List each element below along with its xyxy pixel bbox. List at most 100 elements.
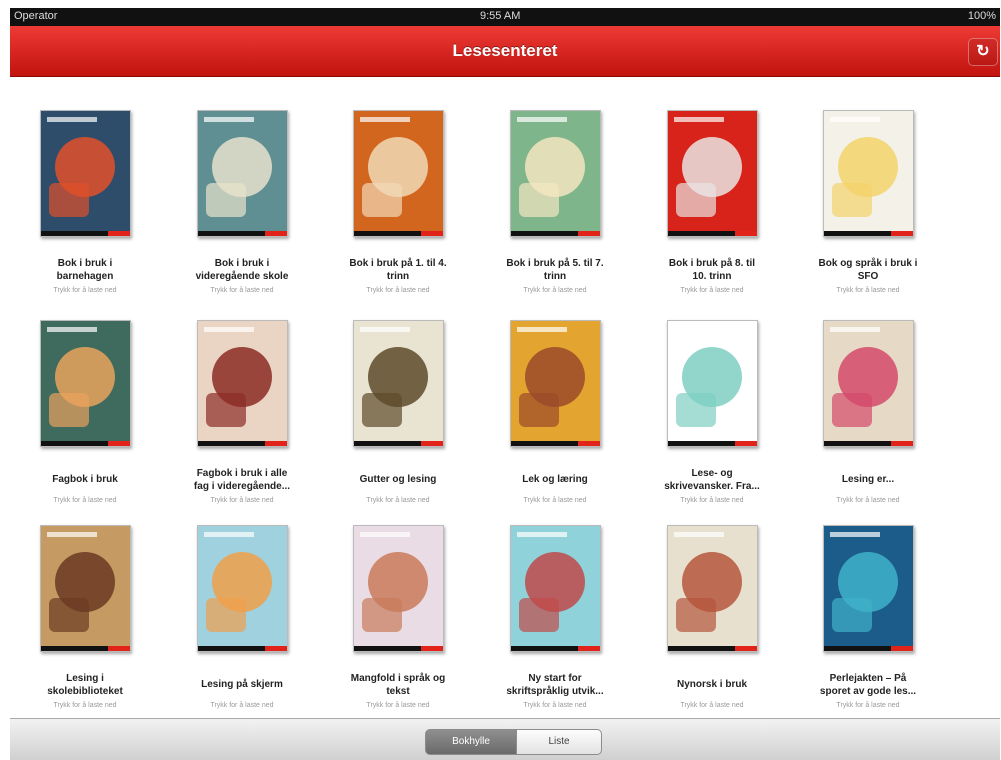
- cover-title-bar: [517, 327, 567, 332]
- cover-title-bar: [360, 327, 410, 332]
- cover-illustration: [49, 183, 89, 217]
- book-item[interactable]: Lesing er... Trykk for å laste ned: [793, 287, 943, 504]
- cover-illustration: [519, 393, 559, 427]
- book-item[interactable]: Fagbok i bruk Trykk for å laste ned: [10, 287, 160, 504]
- carrier-label: Operator: [14, 10, 58, 22]
- book-item[interactable]: Fagbok i bruk i alle fag i videregående..…: [167, 287, 317, 504]
- book-item[interactable]: Bok i bruk på 1. til 4. trinn Trykk for å …: [323, 77, 473, 294]
- book-cover[interactable]: [40, 320, 131, 447]
- book-item[interactable]: Lesing på skjerm Trykk for å laste ned: [167, 492, 317, 709]
- book-cover[interactable]: [823, 320, 914, 447]
- cover-illustration: [832, 393, 872, 427]
- cover-illustration: [832, 183, 872, 217]
- page-title: Lesesenteret: [452, 41, 558, 60]
- book-cover[interactable]: [510, 320, 601, 447]
- book-download-hint: Trykk for å laste ned: [210, 702, 274, 709]
- book-title: Bok og språk i bruk i SFO: [793, 257, 943, 283]
- book-title: Fagbok i bruk i alle fag i videregående..…: [167, 467, 317, 493]
- book-item[interactable]: Lek og læring Trykk for å laste ned: [480, 287, 630, 504]
- cover-title-bar: [830, 327, 880, 332]
- book-title-line: skriftspråklig utvik...: [506, 686, 604, 697]
- cover-publisher-strip: [198, 646, 287, 651]
- book-item[interactable]: Bok i bruk på 5. til 7. trinn Trykk for å …: [480, 77, 630, 294]
- book-download-hint: Trykk for å laste ned: [523, 702, 587, 709]
- book-item[interactable]: Mangfold i språk og tekst Trykk for å last…: [323, 492, 473, 709]
- book-download-hint: Trykk for å laste ned: [366, 702, 430, 709]
- book-download-hint: Trykk for å laste ned: [53, 702, 117, 709]
- book-title-line: Bok i bruk i: [57, 258, 113, 269]
- book-title: Gutter og lesing: [323, 473, 473, 486]
- book-cover[interactable]: [197, 525, 288, 652]
- book-grid: Bok i bruk i barnehagen Trykk for å laste …: [10, 77, 1000, 717]
- book-title: Perlejakten – På sporet av gode les...: [793, 672, 943, 698]
- book-item[interactable]: Gutter og lesing Trykk for å laste ned: [323, 287, 473, 504]
- book-item[interactable]: Nynorsk i bruk Trykk for å laste ned: [637, 492, 787, 709]
- book-cover[interactable]: [40, 110, 131, 237]
- book-title-line: Lek og læring: [522, 474, 588, 485]
- book-title-line: tekst: [386, 686, 410, 697]
- book-title-line: Lesing er...: [841, 474, 895, 485]
- cover-publisher-strip: [824, 231, 913, 236]
- cover-publisher-strip: [41, 646, 130, 651]
- book-title-line: Bok i bruk på 8. til: [668, 258, 756, 269]
- book-item[interactable]: Lese- og skrivevansker. Fra... Trykk for å…: [637, 287, 787, 504]
- book-item[interactable]: Bok i bruk i barnehagen Trykk for å laste …: [10, 77, 160, 294]
- cover-title-bar: [204, 117, 254, 122]
- cover-illustration: [206, 598, 246, 632]
- cover-publisher-strip: [41, 441, 130, 446]
- cover-title-bar: [47, 327, 97, 332]
- book-cover[interactable]: [510, 110, 601, 237]
- book-item[interactable]: Bok og språk i bruk i SFO Trykk for å last…: [793, 77, 943, 294]
- cover-title-bar: [674, 327, 724, 332]
- bottom-toolbar: Bokhylle Liste: [10, 718, 1000, 760]
- book-item[interactable]: Perlejakten – På sporet av gode les... Try…: [793, 492, 943, 709]
- book-title-line: 10. trinn: [692, 271, 732, 282]
- book-title-line: Lesing på skjerm: [201, 679, 283, 690]
- book-cover[interactable]: [353, 110, 444, 237]
- book-title: Ny start for skriftspråklig utvik...: [480, 672, 630, 698]
- book-cover[interactable]: [667, 320, 758, 447]
- navigation-bar: Lesesenteret ↻: [10, 26, 1000, 77]
- list-view-button[interactable]: Liste: [516, 729, 602, 755]
- book-download-hint: Trykk for å laste ned: [680, 702, 744, 709]
- cover-publisher-strip: [511, 231, 600, 236]
- cover-title-bar: [204, 532, 254, 537]
- cover-title-bar: [47, 532, 97, 537]
- clock-label: 9:55 AM: [480, 10, 521, 22]
- bookshelf-view-button[interactable]: Bokhylle: [425, 729, 517, 755]
- book-title: Bok i bruk på 5. til 7. trinn: [480, 257, 630, 283]
- book-cover[interactable]: [40, 525, 131, 652]
- cover-illustration: [519, 183, 559, 217]
- book-item[interactable]: Bok i bruk i videregående skole Trykk for …: [167, 77, 317, 294]
- book-cover[interactable]: [667, 110, 758, 237]
- book-title: Lesing er...: [793, 473, 943, 486]
- book-title-line: Bok og språk i bruk i: [818, 258, 918, 269]
- cover-title-bar: [830, 532, 880, 537]
- book-title-line: Mangfold i språk og: [350, 673, 446, 684]
- book-item[interactable]: Ny start for skriftspråklig utvik... Trykk…: [480, 492, 630, 709]
- book-title: Bok i bruk i videregående skole: [167, 257, 317, 283]
- cover-title-bar: [47, 117, 97, 122]
- book-item[interactable]: Lesing i skolebiblioteket Trykk for å last…: [10, 492, 160, 709]
- book-title-line: trinn: [543, 271, 567, 282]
- refresh-icon[interactable]: ↻: [968, 38, 998, 66]
- book-title-line: Fagbok i bruk: [52, 474, 118, 485]
- book-cover[interactable]: [197, 110, 288, 237]
- cover-publisher-strip: [668, 441, 757, 446]
- book-cover[interactable]: [667, 525, 758, 652]
- book-cover[interactable]: [353, 525, 444, 652]
- book-title-line: Lesing i: [66, 673, 104, 684]
- cover-illustration: [206, 393, 246, 427]
- cover-illustration: [519, 598, 559, 632]
- book-cover[interactable]: [197, 320, 288, 447]
- cover-publisher-strip: [824, 441, 913, 446]
- book-title: Bok i bruk på 1. til 4. trinn: [323, 257, 473, 283]
- book-cover[interactable]: [510, 525, 601, 652]
- cover-illustration: [206, 183, 246, 217]
- book-cover[interactable]: [823, 110, 914, 237]
- cover-illustration: [676, 183, 716, 217]
- book-cover[interactable]: [353, 320, 444, 447]
- status-bar: Operator 9:55 AM 100%: [10, 8, 1000, 26]
- book-item[interactable]: Bok i bruk på 8. til 10. trinn Trykk for å…: [637, 77, 787, 294]
- book-cover[interactable]: [823, 525, 914, 652]
